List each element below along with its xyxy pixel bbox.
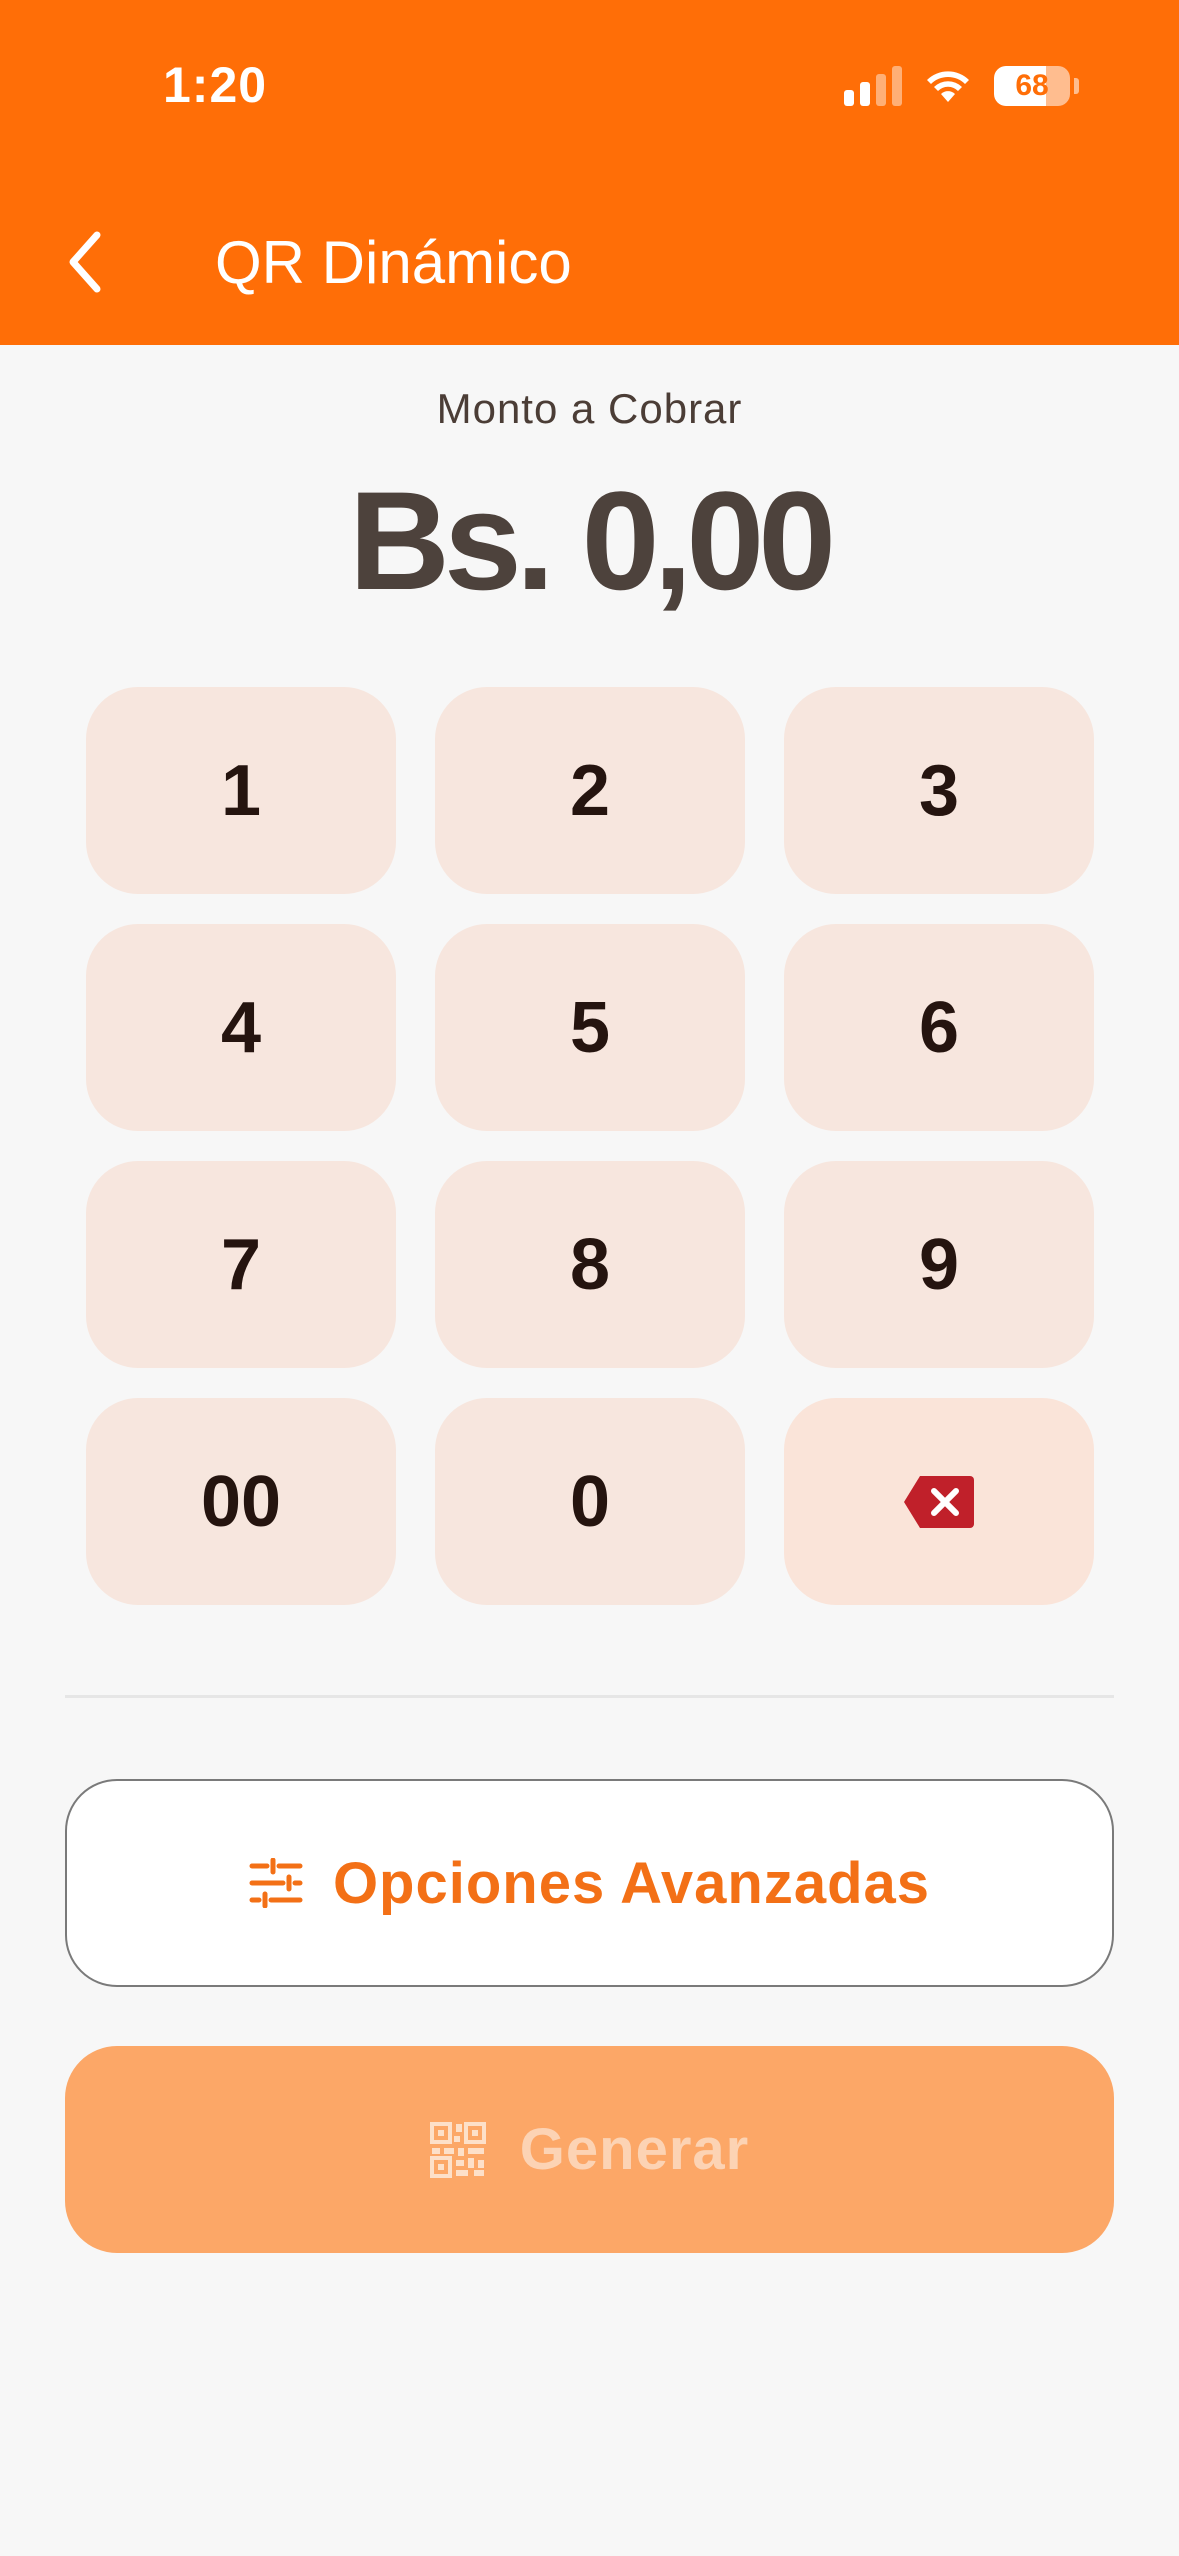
divider: [65, 1695, 1114, 1698]
key-4[interactable]: 4: [86, 924, 396, 1131]
generate-button[interactable]: Generar: [65, 2046, 1114, 2253]
wifi-icon: [927, 71, 969, 102]
key-6[interactable]: 6: [784, 924, 1094, 1131]
status-time: 1:20: [163, 57, 268, 113]
app-header: 1:20 68 QR Dinámico: [0, 0, 1179, 345]
back-button[interactable]: [50, 222, 120, 302]
battery-icon: 68: [994, 66, 1070, 106]
advanced-options-button[interactable]: Opciones Avanzadas: [65, 1779, 1114, 1987]
amount-label: Monto a Cobrar: [436, 385, 743, 432]
delete-key[interactable]: [784, 1398, 1094, 1605]
key-7[interactable]: 7: [86, 1161, 396, 1368]
key-9[interactable]: 9: [784, 1161, 1094, 1368]
status-icons: 68: [844, 60, 1079, 112]
amount-value: Bs. 0,00: [348, 462, 836, 619]
chevron-left-icon: [69, 231, 101, 293]
key-3[interactable]: 3: [784, 687, 1094, 894]
key-5[interactable]: 5: [435, 924, 745, 1131]
generate-label: Generar: [519, 2117, 750, 2182]
advanced-options-label: Opciones Avanzadas: [332, 1850, 931, 1916]
battery-nub: [1074, 78, 1079, 94]
qr-code-icon: [429, 2121, 486, 2178]
cellular-signal-icon: [844, 66, 902, 106]
battery-percent: 68: [1015, 69, 1049, 102]
page-title: QR Dinámico: [215, 229, 572, 296]
key-00[interactable]: 00: [86, 1398, 396, 1605]
key-0[interactable]: 0: [435, 1398, 745, 1605]
key-8[interactable]: 8: [435, 1161, 745, 1368]
backspace-icon: [904, 1475, 974, 1528]
key-1[interactable]: 1: [86, 687, 396, 894]
sliders-icon: [249, 1858, 303, 1908]
key-2[interactable]: 2: [435, 687, 745, 894]
